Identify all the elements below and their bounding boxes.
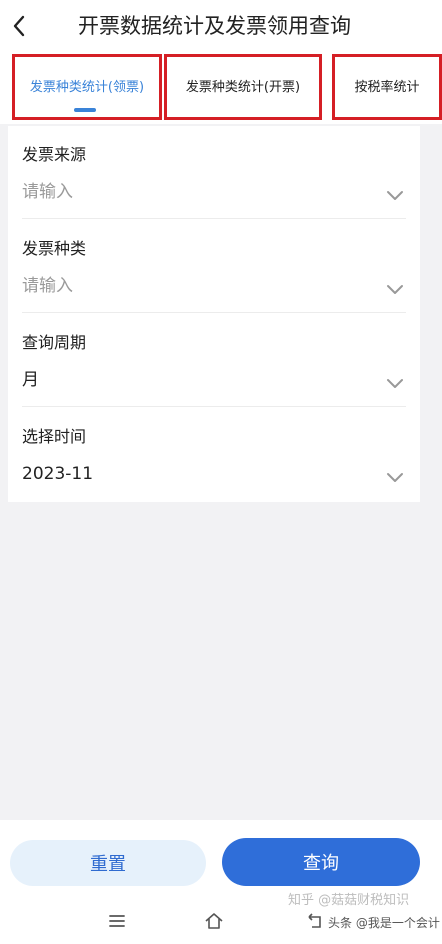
home-icon[interactable] <box>204 912 223 930</box>
chevron-down-icon[interactable] <box>386 187 404 200</box>
field-value[interactable]: 请输入 <box>22 274 73 298</box>
highlight-box <box>332 54 442 120</box>
divider <box>22 218 406 219</box>
chevron-down-icon[interactable] <box>386 469 404 482</box>
page-title: 开票数据统计及发票领用查询 <box>78 14 351 38</box>
chevron-down-icon[interactable] <box>386 375 404 388</box>
field-invoice-type[interactable]: 发票种类 请输入 <box>8 220 420 314</box>
field-label: 选择时间 <box>22 427 87 446</box>
reset-button[interactable]: 重置 <box>10 840 206 886</box>
app-header: 开票数据统计及发票领用查询 <box>0 0 442 52</box>
highlight-box <box>12 54 162 120</box>
watermark-text: 头条 @我是一个会计 <box>328 916 440 930</box>
watermark-text: 知乎 @菇菇财税知识 <box>288 893 410 908</box>
field-invoice-source[interactable]: 发票来源 请输入 <box>8 126 420 220</box>
query-button[interactable]: 查询 <box>222 838 420 886</box>
field-label: 发票来源 <box>22 145 87 164</box>
field-value[interactable]: 月 <box>22 368 39 392</box>
field-label: 发票种类 <box>22 239 87 258</box>
field-select-time[interactable]: 选择时间 2023-11 <box>8 408 420 502</box>
highlight-box <box>164 54 322 120</box>
chevron-down-icon[interactable] <box>386 281 404 294</box>
back-icon[interactable] <box>306 912 324 930</box>
divider <box>22 406 406 407</box>
chevron-left-icon[interactable] <box>12 14 32 38</box>
field-query-period[interactable]: 查询周期 月 <box>8 314 420 408</box>
divider <box>22 312 406 313</box>
query-form: 发票来源 请输入 发票种类 请输入 查询周期 月 选择时间 2023-11 <box>8 126 420 502</box>
field-value[interactable]: 2023-11 <box>22 462 93 486</box>
tab-bar: 发票种类统计(领票) 发票种类统计(开票) 按税率统计 <box>0 52 442 124</box>
field-label: 查询周期 <box>22 333 87 352</box>
field-value[interactable]: 请输入 <box>22 180 73 204</box>
menu-icon[interactable] <box>108 912 126 930</box>
